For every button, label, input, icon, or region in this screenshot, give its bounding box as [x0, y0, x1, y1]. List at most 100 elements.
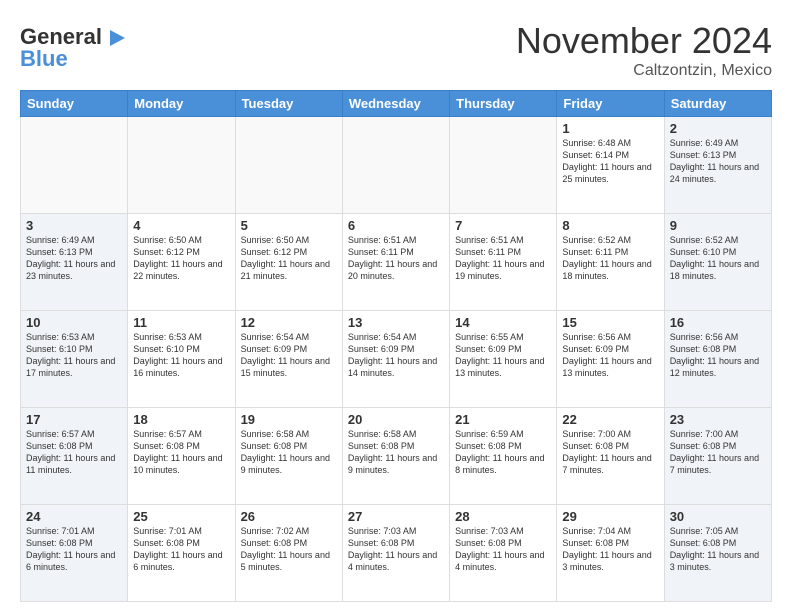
- calendar-cell: 20Sunrise: 6:58 AM Sunset: 6:08 PM Dayli…: [342, 408, 449, 505]
- day-number: 8: [562, 218, 658, 233]
- calendar-cell: 22Sunrise: 7:00 AM Sunset: 6:08 PM Dayli…: [557, 408, 664, 505]
- subtitle: Caltzontzin, Mexico: [516, 62, 772, 80]
- cell-info: Sunrise: 6:54 AM Sunset: 6:09 PM Dayligh…: [348, 331, 444, 380]
- col-sunday: Sunday: [21, 91, 128, 117]
- cell-info: Sunrise: 7:05 AM Sunset: 6:08 PM Dayligh…: [670, 525, 766, 574]
- calendar-cell: 5Sunrise: 6:50 AM Sunset: 6:12 PM Daylig…: [235, 214, 342, 311]
- day-number: 12: [241, 315, 337, 330]
- calendar-cell: 25Sunrise: 7:01 AM Sunset: 6:08 PM Dayli…: [128, 505, 235, 602]
- cell-info: Sunrise: 6:57 AM Sunset: 6:08 PM Dayligh…: [26, 428, 122, 477]
- header-row: Sunday Monday Tuesday Wednesday Thursday…: [21, 91, 772, 117]
- cell-info: Sunrise: 6:53 AM Sunset: 6:10 PM Dayligh…: [133, 331, 229, 380]
- cell-info: Sunrise: 6:50 AM Sunset: 6:12 PM Dayligh…: [133, 234, 229, 283]
- day-number: 22: [562, 412, 658, 427]
- cell-info: Sunrise: 7:01 AM Sunset: 6:08 PM Dayligh…: [133, 525, 229, 574]
- week-row-4: 17Sunrise: 6:57 AM Sunset: 6:08 PM Dayli…: [21, 408, 772, 505]
- calendar-cell: 11Sunrise: 6:53 AM Sunset: 6:10 PM Dayli…: [128, 311, 235, 408]
- calendar-cell: 2Sunrise: 6:49 AM Sunset: 6:13 PM Daylig…: [664, 117, 771, 214]
- day-number: 21: [455, 412, 551, 427]
- week-row-5: 24Sunrise: 7:01 AM Sunset: 6:08 PM Dayli…: [21, 505, 772, 602]
- calendar-cell: 29Sunrise: 7:04 AM Sunset: 6:08 PM Dayli…: [557, 505, 664, 602]
- cell-info: Sunrise: 7:03 AM Sunset: 6:08 PM Dayligh…: [348, 525, 444, 574]
- day-number: 26: [241, 509, 337, 524]
- day-number: 17: [26, 412, 122, 427]
- day-number: 13: [348, 315, 444, 330]
- week-row-3: 10Sunrise: 6:53 AM Sunset: 6:10 PM Dayli…: [21, 311, 772, 408]
- col-thursday: Thursday: [450, 91, 557, 117]
- cell-info: Sunrise: 6:51 AM Sunset: 6:11 PM Dayligh…: [348, 234, 444, 283]
- calendar-cell: 13Sunrise: 6:54 AM Sunset: 6:09 PM Dayli…: [342, 311, 449, 408]
- day-number: 16: [670, 315, 766, 330]
- week-row-1: 1Sunrise: 6:48 AM Sunset: 6:14 PM Daylig…: [21, 117, 772, 214]
- calendar-cell: 16Sunrise: 6:56 AM Sunset: 6:08 PM Dayli…: [664, 311, 771, 408]
- calendar-cell: 7Sunrise: 6:51 AM Sunset: 6:11 PM Daylig…: [450, 214, 557, 311]
- cell-info: Sunrise: 6:55 AM Sunset: 6:09 PM Dayligh…: [455, 331, 551, 380]
- cell-info: Sunrise: 6:57 AM Sunset: 6:08 PM Dayligh…: [133, 428, 229, 477]
- day-number: 19: [241, 412, 337, 427]
- calendar-cell: 15Sunrise: 6:56 AM Sunset: 6:09 PM Dayli…: [557, 311, 664, 408]
- cell-info: Sunrise: 6:56 AM Sunset: 6:09 PM Dayligh…: [562, 331, 658, 380]
- calendar-cell: 4Sunrise: 6:50 AM Sunset: 6:12 PM Daylig…: [128, 214, 235, 311]
- col-monday: Monday: [128, 91, 235, 117]
- logo: General Blue: [20, 20, 130, 77]
- calendar-cell: 8Sunrise: 6:52 AM Sunset: 6:11 PM Daylig…: [557, 214, 664, 311]
- cell-info: Sunrise: 7:04 AM Sunset: 6:08 PM Dayligh…: [562, 525, 658, 574]
- day-number: 25: [133, 509, 229, 524]
- calendar-cell: 21Sunrise: 6:59 AM Sunset: 6:08 PM Dayli…: [450, 408, 557, 505]
- cell-info: Sunrise: 6:59 AM Sunset: 6:08 PM Dayligh…: [455, 428, 551, 477]
- week-row-2: 3Sunrise: 6:49 AM Sunset: 6:13 PM Daylig…: [21, 214, 772, 311]
- calendar-cell: 9Sunrise: 6:52 AM Sunset: 6:10 PM Daylig…: [664, 214, 771, 311]
- cell-info: Sunrise: 6:52 AM Sunset: 6:11 PM Dayligh…: [562, 234, 658, 283]
- day-number: 15: [562, 315, 658, 330]
- cell-info: Sunrise: 7:00 AM Sunset: 6:08 PM Dayligh…: [562, 428, 658, 477]
- cell-info: Sunrise: 6:52 AM Sunset: 6:10 PM Dayligh…: [670, 234, 766, 283]
- day-number: 5: [241, 218, 337, 233]
- cell-info: Sunrise: 7:02 AM Sunset: 6:08 PM Dayligh…: [241, 525, 337, 574]
- day-number: 24: [26, 509, 122, 524]
- cell-info: Sunrise: 6:58 AM Sunset: 6:08 PM Dayligh…: [348, 428, 444, 477]
- col-tuesday: Tuesday: [235, 91, 342, 117]
- day-number: 1: [562, 121, 658, 136]
- cell-info: Sunrise: 6:48 AM Sunset: 6:14 PM Dayligh…: [562, 137, 658, 186]
- cell-info: Sunrise: 6:53 AM Sunset: 6:10 PM Dayligh…: [26, 331, 122, 380]
- calendar-cell: 26Sunrise: 7:02 AM Sunset: 6:08 PM Dayli…: [235, 505, 342, 602]
- day-number: 14: [455, 315, 551, 330]
- title-block: November 2024 Caltzontzin, Mexico: [516, 20, 772, 80]
- calendar-cell: 27Sunrise: 7:03 AM Sunset: 6:08 PM Dayli…: [342, 505, 449, 602]
- day-number: 30: [670, 509, 766, 524]
- calendar-cell: 18Sunrise: 6:57 AM Sunset: 6:08 PM Dayli…: [128, 408, 235, 505]
- day-number: 7: [455, 218, 551, 233]
- calendar-cell: 10Sunrise: 6:53 AM Sunset: 6:10 PM Dayli…: [21, 311, 128, 408]
- calendar-cell: 17Sunrise: 6:57 AM Sunset: 6:08 PM Dayli…: [21, 408, 128, 505]
- day-number: 23: [670, 412, 766, 427]
- cell-info: Sunrise: 7:03 AM Sunset: 6:08 PM Dayligh…: [455, 525, 551, 574]
- day-number: 29: [562, 509, 658, 524]
- calendar-table: Sunday Monday Tuesday Wednesday Thursday…: [20, 90, 772, 602]
- calendar-cell: 6Sunrise: 6:51 AM Sunset: 6:11 PM Daylig…: [342, 214, 449, 311]
- calendar-cell: 1Sunrise: 6:48 AM Sunset: 6:14 PM Daylig…: [557, 117, 664, 214]
- svg-text:Blue: Blue: [20, 46, 68, 71]
- cell-info: Sunrise: 6:49 AM Sunset: 6:13 PM Dayligh…: [26, 234, 122, 283]
- col-friday: Friday: [557, 91, 664, 117]
- cell-info: Sunrise: 6:58 AM Sunset: 6:08 PM Dayligh…: [241, 428, 337, 477]
- cell-info: Sunrise: 7:00 AM Sunset: 6:08 PM Dayligh…: [670, 428, 766, 477]
- calendar-cell: 3Sunrise: 6:49 AM Sunset: 6:13 PM Daylig…: [21, 214, 128, 311]
- col-saturday: Saturday: [664, 91, 771, 117]
- cell-info: Sunrise: 6:51 AM Sunset: 6:11 PM Dayligh…: [455, 234, 551, 283]
- calendar-cell: 12Sunrise: 6:54 AM Sunset: 6:09 PM Dayli…: [235, 311, 342, 408]
- cell-info: Sunrise: 7:01 AM Sunset: 6:08 PM Dayligh…: [26, 525, 122, 574]
- calendar-cell: 14Sunrise: 6:55 AM Sunset: 6:09 PM Dayli…: [450, 311, 557, 408]
- day-number: 27: [348, 509, 444, 524]
- day-number: 4: [133, 218, 229, 233]
- cell-info: Sunrise: 6:49 AM Sunset: 6:13 PM Dayligh…: [670, 137, 766, 186]
- cell-info: Sunrise: 6:54 AM Sunset: 6:09 PM Dayligh…: [241, 331, 337, 380]
- calendar-cell: 23Sunrise: 7:00 AM Sunset: 6:08 PM Dayli…: [664, 408, 771, 505]
- day-number: 9: [670, 218, 766, 233]
- page: General Blue November 2024 Caltzontzin, …: [0, 0, 792, 612]
- calendar-cell: 19Sunrise: 6:58 AM Sunset: 6:08 PM Dayli…: [235, 408, 342, 505]
- cell-info: Sunrise: 6:56 AM Sunset: 6:08 PM Dayligh…: [670, 331, 766, 380]
- day-number: 3: [26, 218, 122, 233]
- logo-svg: General Blue: [20, 20, 130, 72]
- calendar-cell: [128, 117, 235, 214]
- day-number: 20: [348, 412, 444, 427]
